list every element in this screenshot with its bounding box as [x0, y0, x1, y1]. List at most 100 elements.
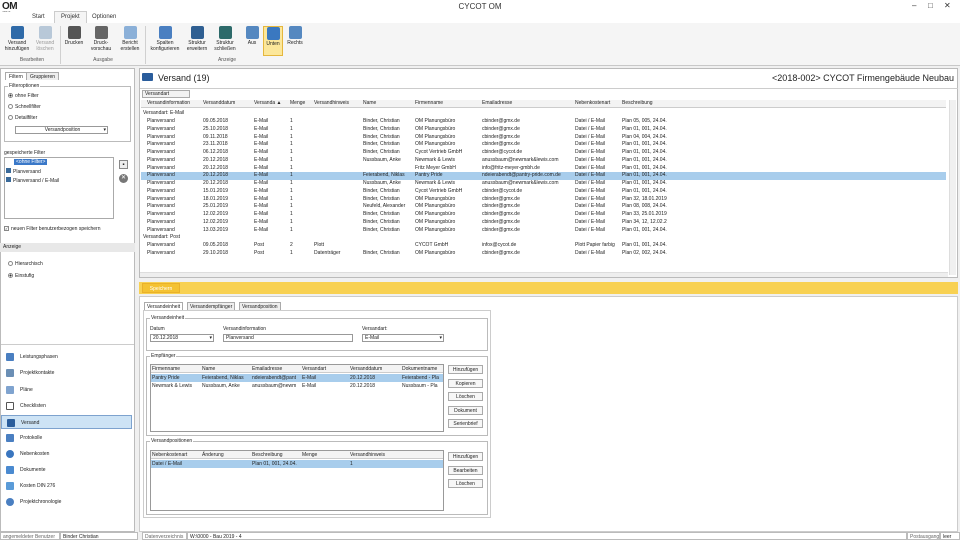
- table-row[interactable]: Planversand 20.12.2018 E-Mail 1 Feierabend, …: [141, 172, 946, 180]
- save-filter-button[interactable]: ▪: [119, 160, 128, 169]
- table-row[interactable]: Datei / E-Mail Plan 01, 001, 24.04. 1: [151, 460, 443, 468]
- nav-nebenkosten[interactable]: Nebenkosten: [6, 447, 132, 461]
- table-column-header[interactable]: Versandhinweis: [350, 451, 443, 459]
- document-button[interactable]: Dokument: [448, 405, 483, 415]
- table-row[interactable]: Newmark & Lewis Nussbaum, Anke anussbaum@n…: [151, 382, 443, 390]
- radio-schnellfilter[interactable]: Schnellfilter: [8, 104, 41, 110]
- table-column-header[interactable]: Änderung: [202, 451, 251, 459]
- save-user-filter-checkbox[interactable]: ✓ neuen Filter benutzerbezogen speichern: [4, 226, 101, 232]
- nav-projektchronologie[interactable]: Projektchronologie: [6, 495, 132, 509]
- table-row[interactable]: Planversand 12.02.2019 E-Mail 1 Binder, Chri…: [141, 219, 946, 227]
- tab-versandeinheit[interactable]: Versandeinheit: [144, 302, 184, 310]
- table-column-header[interactable]: Versanddatum: [350, 365, 401, 373]
- grid-column-header[interactable]: Versandhinweis: [314, 100, 361, 107]
- maximize-icon[interactable]: □: [928, 1, 933, 10]
- table-row[interactable]: Planversand 13.03.2019 E-Mail 1 Binder, Chri…: [141, 227, 946, 235]
- add-recipient-button[interactable]: Hinzufügen: [448, 365, 483, 374]
- info-field[interactable]: Planversand: [223, 334, 353, 342]
- grid-column-header[interactable]: Versanda ▲: [254, 100, 288, 107]
- table-row[interactable]: Planversand 09.11.2018 E-Mail 1 Binder, Chri…: [141, 134, 946, 142]
- table-row[interactable]: Planversand 06.12.2018 E-Mail 1 Binder, Chri…: [141, 149, 946, 157]
- add-position-button[interactable]: Hinzufügen: [448, 452, 483, 461]
- configure-columns-button[interactable]: Spalten konfigurieren: [148, 26, 182, 56]
- grid-column-header[interactable]: Beschreibung: [622, 100, 669, 107]
- group-header-row[interactable]: Versandart: E-Mail: [141, 110, 946, 118]
- minimize-icon[interactable]: –: [912, 1, 916, 10]
- table-row[interactable]: Planversand 20.12.2018 E-Mail 1 Fritz Meyer …: [141, 165, 946, 173]
- tab-filtern[interactable]: Filtern: [5, 72, 27, 80]
- table-column-header[interactable]: Firmenname: [152, 365, 201, 373]
- saved-filter-item[interactable]: <ohne Filter>: [14, 159, 48, 165]
- print-preview-button[interactable]: Druck-vorschau: [88, 26, 114, 56]
- grid-column-header[interactable]: Emailadresse: [482, 100, 573, 107]
- nav-versand[interactable]: Versand: [1, 415, 132, 429]
- nav-kosten-din[interactable]: Kosten DIN 276: [6, 479, 132, 493]
- tab-versandposition[interactable]: Versandposition: [239, 302, 281, 310]
- group-by-chip[interactable]: Versandart: [142, 90, 190, 98]
- table-row[interactable]: Planversand 20.12.2018 E-Mail 1 Nussbaum, An…: [141, 180, 946, 188]
- tab-versandempfaenger[interactable]: Versandempfänger: [187, 302, 236, 310]
- layout-right-button[interactable]: Rechts: [284, 26, 306, 56]
- nav-projektkontakte[interactable]: Projektkontakte: [6, 366, 132, 380]
- table-column-header[interactable]: Versandart: [302, 365, 349, 373]
- vertical-scrollbar[interactable]: [949, 100, 956, 275]
- copy-recipient-button[interactable]: Kopieren: [448, 378, 483, 388]
- table-column-header[interactable]: Beschreibung: [252, 451, 301, 459]
- group-header-row[interactable]: Versandart: Post: [141, 234, 946, 242]
- nav-leistungsphasen[interactable]: Leistungsphasen: [6, 350, 132, 364]
- saved-filter-item[interactable]: Planversand / E-Mail: [6, 177, 59, 184]
- serial-letter-button[interactable]: Serienbrief: [448, 419, 483, 428]
- table-row[interactable]: Planversand 29.10.2018 Post 1 Datenträger Bin…: [141, 250, 946, 255]
- table-row[interactable]: Planversand 12.02.2019 E-Mail 1 Binder, Chri…: [141, 211, 946, 219]
- table-row[interactable]: Planversand 09.05.2018 E-Mail 1 Binder, Chri…: [141, 118, 946, 126]
- table-column-header[interactable]: Emailadresse: [252, 365, 301, 373]
- nav-protokolle[interactable]: Protokolle: [6, 431, 132, 445]
- layout-bottom-button[interactable]: Unten: [263, 26, 283, 56]
- type-select[interactable]: E-Mail: [362, 334, 444, 342]
- radio-einstufig[interactable]: Einstufig: [8, 273, 34, 279]
- table-row[interactable]: Planversand 25.01.2019 E-Mail 1 Neufeld, Ale…: [141, 203, 946, 211]
- table-column-header[interactable]: Menge: [302, 451, 349, 459]
- filter-field-select[interactable]: Versandposition: [15, 126, 108, 134]
- tab-start[interactable]: Start: [26, 12, 51, 23]
- tab-optionen[interactable]: Optionen: [86, 12, 122, 23]
- add-shipment-button[interactable]: Versand hinzufügen: [4, 26, 30, 56]
- grid-column-header[interactable]: Nebenkostenart: [575, 100, 620, 107]
- save-button[interactable]: Speichern: [142, 283, 180, 293]
- table-row[interactable]: Planversand 09.05.2018 Post 2 Plott CYCOT Gmb…: [141, 242, 946, 250]
- date-field[interactable]: 20.12.2018: [150, 334, 214, 342]
- grid-column-header[interactable]: Name: [363, 100, 413, 107]
- edit-position-button[interactable]: Bearbeiten: [448, 465, 483, 475]
- table-row[interactable]: Planversand 23.11.2018 E-Mail 1 Binder, Chri…: [141, 141, 946, 149]
- close-icon[interactable]: ✕: [944, 1, 951, 10]
- grid-column-header[interactable]: Menge: [290, 100, 312, 107]
- create-report-button[interactable]: Bericht erstellen: [117, 26, 143, 56]
- collapse-structure-button[interactable]: Struktur schließen: [212, 26, 238, 56]
- grid-column-header[interactable]: Versanddatum: [203, 100, 252, 107]
- tab-projekt[interactable]: Projekt: [54, 11, 87, 23]
- nav-checklisten[interactable]: Checklisten: [6, 399, 132, 413]
- table-row[interactable]: Planversand 25.10.2018 E-Mail 1 Binder, Chri…: [141, 126, 946, 134]
- table-column-header[interactable]: Name: [202, 365, 251, 373]
- radio-hierarchisch[interactable]: Hierarchisch: [8, 261, 43, 267]
- horizontal-scrollbar[interactable]: [140, 272, 948, 277]
- nav-plaene[interactable]: Pläne: [6, 383, 132, 397]
- table-row[interactable]: Pantry Pride Feierabend, Niklas ndeieraben…: [151, 374, 443, 382]
- grid-column-header[interactable]: Firmenname: [415, 100, 480, 107]
- radio-ohne-filter[interactable]: ohne Filter: [8, 93, 39, 99]
- expand-structure-button[interactable]: Struktur erweitern: [184, 26, 210, 56]
- delete-recipient-button[interactable]: Löschen: [448, 392, 483, 401]
- delete-shipment-button[interactable]: Versand löschen: [32, 26, 58, 56]
- delete-position-button[interactable]: Löschen: [448, 479, 483, 488]
- table-row[interactable]: Planversand 15.01.2019 E-Mail 1 Binder, Chri…: [141, 188, 946, 196]
- delete-filter-button[interactable]: ✕: [119, 174, 128, 183]
- table-column-header[interactable]: Dokumentname: [402, 365, 444, 373]
- table-row[interactable]: Planversand 18.01.2019 E-Mail 1 Binder, Chri…: [141, 196, 946, 204]
- table-row[interactable]: Planversand 20.12.2018 E-Mail 1 Nussbaum, An…: [141, 157, 946, 165]
- nav-dokumente[interactable]: Dokumente: [6, 463, 132, 477]
- grid-column-header[interactable]: Versandinformation: [147, 100, 201, 107]
- radio-detailfilter[interactable]: Detailfilter: [8, 115, 37, 121]
- table-column-header[interactable]: Nebenkostenart: [152, 451, 201, 459]
- saved-filter-item[interactable]: Planversand: [6, 168, 41, 175]
- tab-gruppieren[interactable]: Gruppieren: [26, 72, 60, 80]
